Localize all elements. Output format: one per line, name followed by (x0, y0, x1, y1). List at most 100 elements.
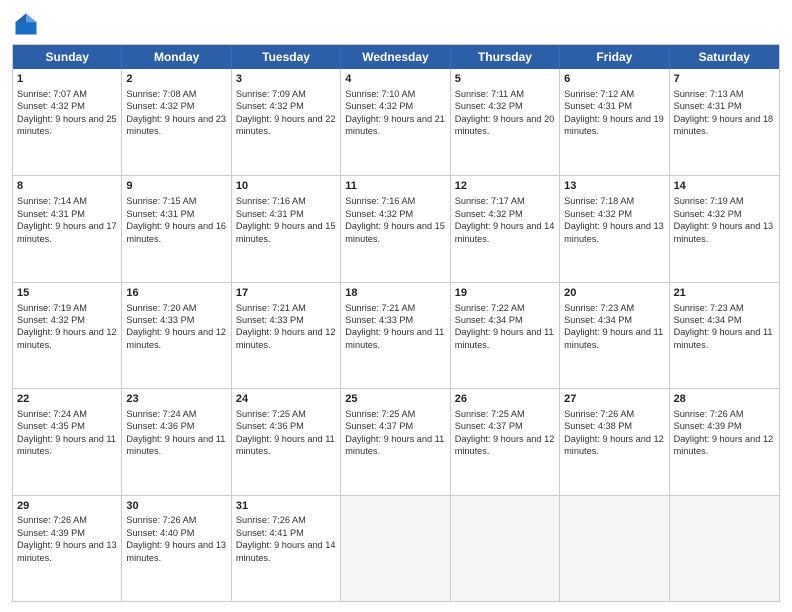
weekday-header: Friday (560, 45, 669, 69)
day-number: 11 (345, 179, 445, 194)
weekday-header: Tuesday (232, 45, 341, 69)
calendar-row: 15 Sunrise: 7:19 AM Sunset: 4:32 PM Dayli… (13, 282, 779, 388)
weekday-header: Monday (122, 45, 231, 69)
day-number: 17 (236, 286, 336, 301)
day-info: Sunrise: 7:11 AM Sunset: 4:32 PM Dayligh… (455, 89, 555, 136)
calendar-cell: 2 Sunrise: 7:08 AM Sunset: 4:32 PM Daylig… (122, 69, 231, 175)
calendar-cell: 4Sunrise: 7:10 AM Sunset: 4:32 PM Daylig… (341, 69, 450, 175)
day-number: 19 (455, 286, 555, 301)
day-number: 15 (17, 286, 117, 301)
day-info: Sunrise: 7:15 AM Sunset: 4:31 PM Dayligh… (126, 196, 226, 243)
day-number: 5 (455, 72, 555, 87)
calendar-cell: 23 Sunrise: 7:24 AM Sunset: 4:36 PM Dayli… (122, 389, 231, 494)
calendar-cell: 13 Sunrise: 7:18 AM Sunset: 4:32 PM Dayli… (560, 176, 669, 281)
day-number: 20 (564, 286, 664, 301)
day-info: Sunrise: 7:26 AM Sunset: 4:40 PM Dayligh… (126, 515, 226, 562)
calendar-cell: 14 Sunrise: 7:19 AM Sunset: 4:32 PM Dayli… (670, 176, 779, 281)
calendar: SundayMondayTuesdayWednesdayThursdayFrid… (12, 44, 780, 602)
calendar-row: 29Sunrise: 7:26 AM Sunset: 4:39 PM Dayli… (13, 495, 779, 601)
calendar-cell (451, 496, 560, 601)
weekday-header: Wednesday (341, 45, 450, 69)
calendar-cell: 30Sunrise: 7:26 AM Sunset: 4:40 PM Dayli… (122, 496, 231, 601)
day-info: Sunrise: 7:26 AM Sunset: 4:39 PM Dayligh… (674, 409, 774, 456)
day-info: Sunrise: 7:22 AM Sunset: 4:34 PM Dayligh… (455, 303, 554, 350)
day-number: 8 (17, 179, 117, 194)
weekday-header: Saturday (670, 45, 779, 69)
calendar-cell: 11 Sunrise: 7:16 AM Sunset: 4:32 PM Dayli… (341, 176, 450, 281)
calendar-cell: 29Sunrise: 7:26 AM Sunset: 4:39 PM Dayli… (13, 496, 122, 601)
calendar-cell (560, 496, 669, 601)
calendar-cell: 18 Sunrise: 7:21 AM Sunset: 4:33 PM Dayli… (341, 283, 450, 388)
calendar-cell: 8 Sunrise: 7:14 AM Sunset: 4:31 PM Daylig… (13, 176, 122, 281)
calendar-cell: 15 Sunrise: 7:19 AM Sunset: 4:32 PM Dayli… (13, 283, 122, 388)
day-info: Sunrise: 7:25 AM Sunset: 4:36 PM Dayligh… (236, 409, 335, 456)
day-info: Sunrise: 7:23 AM Sunset: 4:34 PM Dayligh… (564, 303, 663, 350)
calendar-cell: 22 Sunrise: 7:24 AM Sunset: 4:35 PM Dayli… (13, 389, 122, 494)
day-info: Sunrise: 7:10 AM Sunset: 4:32 PM Dayligh… (345, 89, 445, 136)
calendar-cell: 24 Sunrise: 7:25 AM Sunset: 4:36 PM Dayli… (232, 389, 341, 494)
day-info: Sunrise: 7:18 AM Sunset: 4:32 PM Dayligh… (564, 196, 664, 243)
calendar-cell: 17 Sunrise: 7:21 AM Sunset: 4:33 PM Dayli… (232, 283, 341, 388)
day-info: Sunrise: 7:16 AM Sunset: 4:32 PM Dayligh… (345, 196, 445, 243)
calendar-cell: 21 Sunrise: 7:23 AM Sunset: 4:34 PM Dayli… (670, 283, 779, 388)
day-number: 3 (236, 72, 336, 87)
day-number: 14 (674, 179, 775, 194)
day-number: 22 (17, 392, 117, 407)
day-number: 27 (564, 392, 664, 407)
day-number: 9 (126, 179, 226, 194)
calendar-cell: 7Sunrise: 7:13 AM Sunset: 4:31 PM Daylig… (670, 69, 779, 175)
day-info: Sunrise: 7:16 AM Sunset: 4:31 PM Dayligh… (236, 196, 336, 243)
calendar-cell: 19 Sunrise: 7:22 AM Sunset: 4:34 PM Dayli… (451, 283, 560, 388)
calendar-cell: 25Sunrise: 7:25 AM Sunset: 4:37 PM Dayli… (341, 389, 450, 494)
calendar-cell: 3 Sunrise: 7:09 AM Sunset: 4:32 PM Daylig… (232, 69, 341, 175)
calendar-row: 1Sunrise: 7:07 AM Sunset: 4:32 PM Daylig… (13, 69, 779, 175)
calendar-row: 8 Sunrise: 7:14 AM Sunset: 4:31 PM Daylig… (13, 175, 779, 281)
day-info: Sunrise: 7:26 AM Sunset: 4:41 PM Dayligh… (236, 515, 336, 562)
day-info: Sunrise: 7:23 AM Sunset: 4:34 PM Dayligh… (674, 303, 773, 350)
calendar-cell: 27Sunrise: 7:26 AM Sunset: 4:38 PM Dayli… (560, 389, 669, 494)
day-info: Sunrise: 7:09 AM Sunset: 4:32 PM Dayligh… (236, 89, 336, 136)
day-number: 24 (236, 392, 336, 407)
day-info: Sunrise: 7:24 AM Sunset: 4:35 PM Dayligh… (17, 409, 116, 456)
day-number: 31 (236, 499, 336, 514)
day-number: 1 (17, 72, 117, 87)
day-number: 6 (564, 72, 664, 87)
day-number: 16 (126, 286, 226, 301)
calendar-body: 1Sunrise: 7:07 AM Sunset: 4:32 PM Daylig… (13, 69, 779, 601)
day-info: Sunrise: 7:12 AM Sunset: 4:31 PM Dayligh… (564, 89, 664, 136)
weekday-header: Thursday (451, 45, 560, 69)
day-number: 21 (674, 286, 775, 301)
day-number: 28 (674, 392, 775, 407)
day-info: Sunrise: 7:17 AM Sunset: 4:32 PM Dayligh… (455, 196, 555, 243)
day-info: Sunrise: 7:08 AM Sunset: 4:32 PM Dayligh… (126, 89, 226, 136)
day-number: 25 (345, 392, 445, 407)
day-number: 30 (126, 499, 226, 514)
day-info: Sunrise: 7:14 AM Sunset: 4:31 PM Dayligh… (17, 196, 117, 243)
calendar-cell: 10Sunrise: 7:16 AM Sunset: 4:31 PM Dayli… (232, 176, 341, 281)
calendar-cell: 5 Sunrise: 7:11 AM Sunset: 4:32 PM Daylig… (451, 69, 560, 175)
day-info: Sunrise: 7:19 AM Sunset: 4:32 PM Dayligh… (674, 196, 774, 243)
day-number: 18 (345, 286, 445, 301)
day-number: 12 (455, 179, 555, 194)
day-info: Sunrise: 7:13 AM Sunset: 4:31 PM Dayligh… (674, 89, 774, 136)
calendar-cell (670, 496, 779, 601)
calendar-row: 22 Sunrise: 7:24 AM Sunset: 4:35 PM Dayli… (13, 388, 779, 494)
day-number: 13 (564, 179, 664, 194)
calendar-cell: 26 Sunrise: 7:25 AM Sunset: 4:37 PM Dayli… (451, 389, 560, 494)
day-number: 2 (126, 72, 226, 87)
day-info: Sunrise: 7:26 AM Sunset: 4:39 PM Dayligh… (17, 515, 117, 562)
day-info: Sunrise: 7:21 AM Sunset: 4:33 PM Dayligh… (236, 303, 336, 350)
day-info: Sunrise: 7:21 AM Sunset: 4:33 PM Dayligh… (345, 303, 444, 350)
calendar-cell: 28 Sunrise: 7:26 AM Sunset: 4:39 PM Dayli… (670, 389, 779, 494)
logo (12, 10, 44, 38)
day-number: 29 (17, 499, 117, 514)
day-info: Sunrise: 7:24 AM Sunset: 4:36 PM Dayligh… (126, 409, 225, 456)
day-number: 26 (455, 392, 555, 407)
logo-icon (12, 10, 40, 38)
calendar-cell: 12 Sunrise: 7:17 AM Sunset: 4:32 PM Dayli… (451, 176, 560, 281)
day-number: 23 (126, 392, 226, 407)
day-info: Sunrise: 7:25 AM Sunset: 4:37 PM Dayligh… (455, 409, 555, 456)
day-info: Sunrise: 7:19 AM Sunset: 4:32 PM Dayligh… (17, 303, 117, 350)
calendar-cell: 16Sunrise: 7:20 AM Sunset: 4:33 PM Dayli… (122, 283, 231, 388)
calendar-cell: 6 Sunrise: 7:12 AM Sunset: 4:31 PM Daylig… (560, 69, 669, 175)
